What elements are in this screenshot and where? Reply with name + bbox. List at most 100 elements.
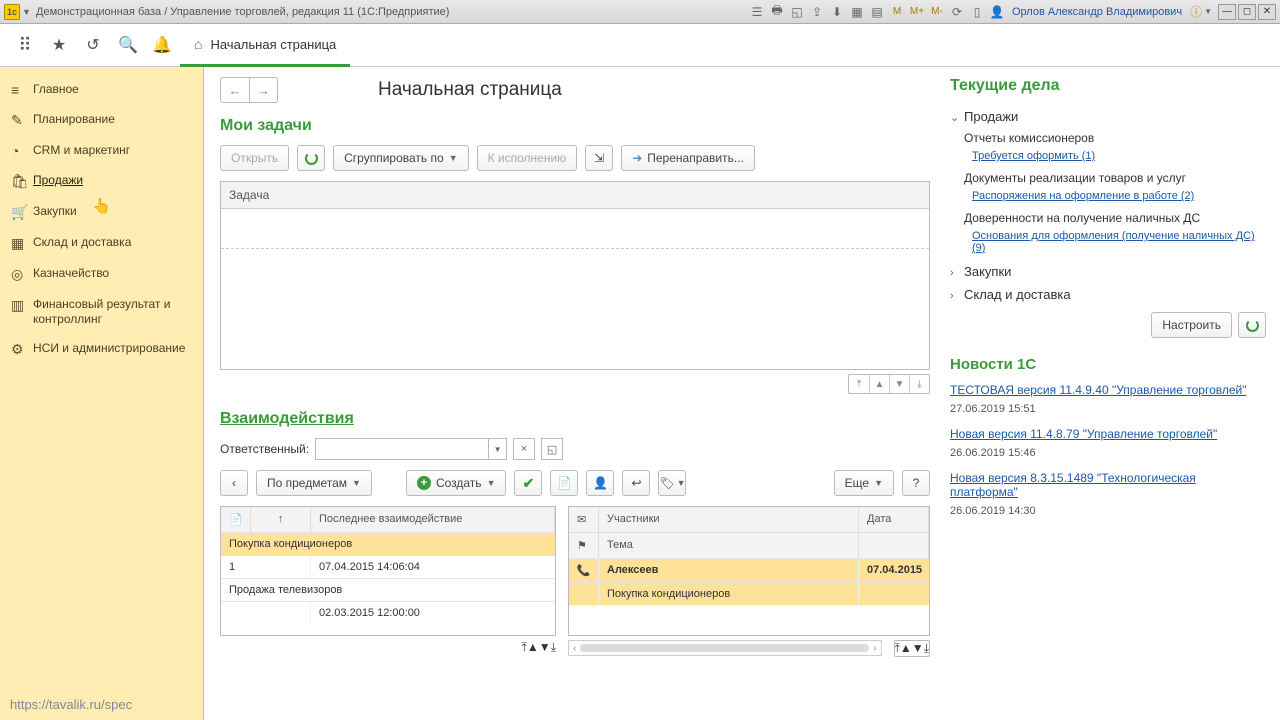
tb-icon[interactable]: ⬇ bbox=[828, 3, 846, 21]
m-icon[interactable]: M bbox=[888, 3, 906, 21]
section-interactions[interactable]: Взаимодействия bbox=[220, 410, 930, 428]
tasks-nav[interactable]: ⤒▲▼⤓ bbox=[848, 374, 930, 394]
reply-button[interactable]: ↩ bbox=[622, 470, 650, 496]
due-button[interactable]: К исполнению bbox=[477, 145, 578, 171]
news-link[interactable]: Новая версия 11.4.8.79 "Управление торго… bbox=[950, 427, 1266, 443]
table-row[interactable]: 02.03.2015 12:00:00 bbox=[221, 601, 555, 624]
group-by-button[interactable]: Сгруппировать по▼ bbox=[333, 145, 468, 171]
calculator-icon[interactable]: ▤ bbox=[868, 3, 886, 21]
sidebar-item-crm[interactable]: ◔CRM и маркетинг bbox=[0, 136, 203, 166]
apps-icon[interactable]: ⠿ bbox=[16, 35, 34, 56]
left-nav[interactable]: ⤒▲▼⤓ bbox=[522, 640, 556, 657]
current-user[interactable]: Орлов Александр Владимирович bbox=[1006, 6, 1188, 18]
interactions-left-panel: 📄 ↑ Последнее взаимодействие Покупка кон… bbox=[220, 506, 556, 636]
news-date: 26.06.2019 14:30 bbox=[950, 501, 1266, 529]
tree-sales[interactable]: ⌄Продажи bbox=[950, 105, 1266, 128]
col-date[interactable]: Дата bbox=[859, 507, 929, 532]
col-icon[interactable]: 📄 bbox=[221, 507, 251, 532]
gear-icon: ⚙ bbox=[11, 341, 33, 358]
table-row[interactable]: Продажа телевизоров bbox=[221, 578, 555, 601]
tree-link[interactable]: Требуется оформить (1) bbox=[950, 148, 1266, 168]
sidebar-item-sales[interactable]: 🛍Продажи bbox=[0, 166, 203, 197]
check-button[interactable]: ✔ bbox=[514, 470, 542, 496]
print-icon[interactable]: 🖶 bbox=[768, 3, 786, 21]
create-button[interactable]: +Создать▼ bbox=[406, 470, 507, 496]
tree-sub-item: Документы реализации товаров и услуг bbox=[950, 168, 1266, 188]
by-subject-button[interactable]: По предметам▼ bbox=[256, 470, 372, 496]
footer-link: https://tavalik.ru/spec bbox=[10, 697, 132, 712]
tree-link[interactable]: Распоряжения на оформление в работе (2) bbox=[950, 188, 1266, 208]
sidebar-item-treasury[interactable]: ◎Казначейство bbox=[0, 259, 203, 290]
chevron-down-icon[interactable]: ▼ bbox=[488, 439, 506, 459]
maximize-button[interactable]: ◻ bbox=[1238, 4, 1256, 20]
history-icon[interactable]: ↺ bbox=[84, 35, 102, 55]
right-nav[interactable]: ⤒▲▼⤓ bbox=[894, 640, 930, 657]
m-minus-icon[interactable]: M- bbox=[928, 3, 946, 21]
nav-forward[interactable]: → bbox=[249, 78, 277, 102]
person-button[interactable]: 👤 bbox=[586, 470, 614, 496]
sidebar-item-purchases[interactable]: 🛒Закупки bbox=[0, 197, 203, 228]
help-button[interactable]: ? bbox=[902, 470, 930, 496]
tb-icon[interactable]: ☰ bbox=[748, 3, 766, 21]
section-news: Новости 1С bbox=[950, 356, 1266, 373]
responsible-input[interactable] bbox=[316, 439, 488, 459]
responsible-combo[interactable]: ▼ bbox=[315, 438, 507, 460]
clear-button[interactable]: × bbox=[513, 438, 535, 460]
close-button[interactable]: ✕ bbox=[1258, 4, 1276, 20]
tree-purchases[interactable]: ›Закупки bbox=[950, 260, 1266, 283]
sidebar-item-admin[interactable]: ⚙НСИ и администрирование bbox=[0, 334, 203, 365]
sidebar-item-main[interactable]: ≡Главное bbox=[0, 75, 203, 105]
sidebar-item-planning[interactable]: ✎Планирование bbox=[0, 105, 203, 136]
m-plus-icon[interactable]: M+ bbox=[908, 3, 926, 21]
table-row[interactable]: Покупка кондиционеров bbox=[221, 532, 555, 555]
tree-warehouse[interactable]: ›Склад и доставка bbox=[950, 283, 1266, 306]
tb-icon[interactable]: ⟳ bbox=[948, 3, 966, 21]
select-button[interactable]: ◱ bbox=[541, 438, 563, 460]
col-subject[interactable]: Тема bbox=[599, 533, 859, 558]
refresh-button[interactable] bbox=[297, 145, 325, 171]
doc-button[interactable]: 📄 bbox=[550, 470, 578, 496]
bell-icon[interactable]: 🔔 bbox=[152, 35, 170, 55]
col-last-interaction[interactable]: Последнее взаимодействие bbox=[311, 507, 555, 532]
refresh-button[interactable] bbox=[1238, 312, 1266, 338]
col-sort[interactable]: ↑ bbox=[251, 507, 311, 532]
book-icon[interactable]: ▯ bbox=[968, 3, 986, 21]
table-row[interactable]: Покупка кондиционеров bbox=[569, 582, 929, 605]
col-flag[interactable]: ⚑ bbox=[569, 533, 599, 558]
col-icon[interactable]: ✉ bbox=[569, 507, 599, 532]
window-titlebar: 1c ▼ Демонстрационная база / Управление … bbox=[0, 0, 1280, 24]
sidebar-item-finance[interactable]: ▥Финансовый результат и контроллинг bbox=[0, 290, 203, 334]
info-icon[interactable]: ⓘ bbox=[1188, 3, 1204, 20]
table-row[interactable]: 📞Алексеев07.04.2015 bbox=[569, 558, 929, 582]
open-button[interactable]: Открыть bbox=[220, 145, 289, 171]
tab-home[interactable]: ⌂ Начальная страница bbox=[180, 24, 350, 67]
search-icon[interactable]: 🔍 bbox=[118, 35, 136, 55]
tb-icon[interactable]: ⇪ bbox=[808, 3, 826, 21]
more-button[interactable]: Еще▼ bbox=[834, 470, 894, 496]
table-row[interactable]: 107.04.2015 14:06:04 bbox=[221, 555, 555, 578]
info-dd[interactable]: ▼ bbox=[1204, 7, 1216, 16]
refresh-icon bbox=[305, 152, 318, 165]
news-link[interactable]: ТЕСТОВАЯ версия 11.4.9.40 "Управление то… bbox=[950, 383, 1266, 399]
export-button[interactable]: ⇲ bbox=[585, 145, 613, 171]
redirect-button[interactable]: ➜Перенаправить... bbox=[621, 145, 755, 171]
scroll-strip[interactable]: ‹› bbox=[568, 640, 882, 656]
arrow-icon: ➜ bbox=[632, 151, 642, 165]
star-icon[interactable]: ★ bbox=[50, 35, 68, 55]
tree-link[interactable]: Основания для оформления (получение нали… bbox=[950, 228, 1266, 260]
tb-icon[interactable]: ◱ bbox=[788, 3, 806, 21]
app-menu-dropdown[interactable]: ▼ bbox=[20, 7, 30, 17]
tag-button[interactable]: 🏷 ▼ bbox=[658, 470, 686, 496]
calendar-icon[interactable]: ▦ bbox=[848, 3, 866, 21]
col-participants[interactable]: Участники bbox=[599, 507, 859, 532]
news-link[interactable]: Новая версия 8.3.15.1489 "Технологическа… bbox=[950, 471, 1266, 501]
nav-back[interactable]: ← bbox=[221, 78, 249, 102]
bars-icon: ▥ bbox=[11, 297, 33, 314]
left-button[interactable]: ‹ bbox=[220, 470, 248, 496]
chevron-right-icon: › bbox=[950, 267, 964, 279]
tasks-col-task[interactable]: Задача bbox=[221, 182, 929, 209]
configure-button[interactable]: Настроить bbox=[1151, 312, 1232, 338]
minimize-button[interactable]: — bbox=[1218, 4, 1236, 20]
sidebar-item-warehouse[interactable]: ▦Склад и доставка bbox=[0, 228, 203, 259]
tasks-body[interactable] bbox=[221, 209, 929, 249]
